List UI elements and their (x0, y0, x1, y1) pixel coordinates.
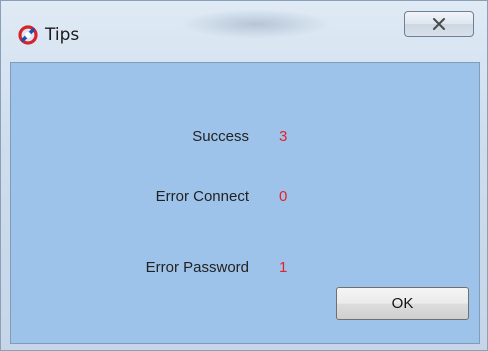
window-title: Tips (45, 25, 80, 45)
close-icon (433, 18, 445, 30)
close-button[interactable] (404, 11, 474, 37)
title-bar[interactable]: Tips (1, 1, 487, 57)
success-value: 3 (279, 128, 288, 145)
tips-dialog: Tips Success 3 Error Connect 0 Error Pas… (0, 0, 488, 351)
error-password-label: Error Password (145, 259, 249, 276)
ok-button[interactable]: OK (336, 287, 469, 320)
error-connect-label: Error Connect (155, 188, 249, 205)
error-connect-value: 0 (279, 188, 288, 205)
success-label: Success (192, 128, 249, 145)
error-password-value: 1 (279, 259, 288, 276)
dialog-content: Success 3 Error Connect 0 Error Password… (10, 62, 480, 344)
title-blur-decoration (181, 9, 331, 39)
app-logo-icon (18, 25, 38, 45)
